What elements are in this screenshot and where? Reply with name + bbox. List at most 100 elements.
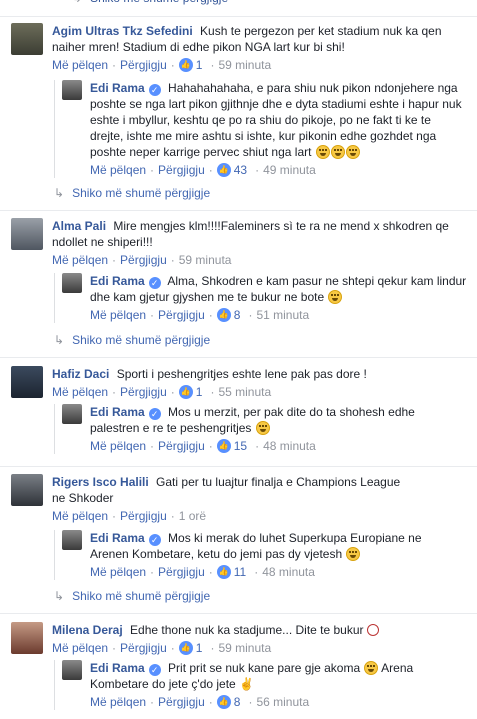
timestamp[interactable]: 48 minuta <box>262 564 315 580</box>
reply: Edi Rama ✓ Prit prit se nuk kane pare gje… <box>54 660 467 710</box>
like-icon: 👍 <box>178 385 193 399</box>
divider <box>0 357 477 358</box>
comment-author[interactable]: Hafiz Daci <box>52 367 109 381</box>
timestamp[interactable]: 49 minuta <box>263 162 316 178</box>
avatar[interactable] <box>11 23 43 55</box>
reply-button[interactable]: Përgjigju <box>158 162 205 178</box>
reply-author[interactable]: Edi Rama <box>90 81 145 95</box>
like-count[interactable]: 11 <box>234 564 246 580</box>
reply-text-block: Edi Rama ✓ Prit prit se nuk kane pare gje… <box>90 660 437 692</box>
reply-button[interactable]: Përgjigju <box>158 694 205 710</box>
like-button[interactable]: Më pëlqen <box>90 694 146 710</box>
verified-badge-icon: ✓ <box>148 408 161 420</box>
like-button[interactable]: Më pëlqen <box>90 438 146 454</box>
comment-actions: Më pëlqen · Përgjigju · 👍 1 · 59 minuta <box>52 640 272 656</box>
comment-author[interactable]: Rigers Isco Halili <box>52 475 149 489</box>
more-replies-link-cut[interactable]: ↳ Shiko më shumë përgjigje <box>72 0 228 5</box>
timestamp[interactable]: 55 minuta <box>218 384 271 400</box>
like-count[interactable]: 8 <box>234 307 241 323</box>
verified-badge-icon: ✓ <box>148 84 161 96</box>
like-button[interactable]: Më pëlqen <box>90 162 146 178</box>
reply-button[interactable]: Përgjigju <box>120 508 167 524</box>
like-count[interactable]: 43 <box>234 162 247 178</box>
reply-author[interactable]: Edi Rama <box>90 405 145 419</box>
reply-actions: Më pëlqen · Përgjigju · 👍 8 · 56 minuta <box>90 694 310 710</box>
divider <box>0 210 477 211</box>
laughing-emoji-icon <box>364 661 379 675</box>
comment-actions: Më pëlqen · Përgjigju · 👍 1 · 59 minuta <box>52 57 272 73</box>
avatar[interactable] <box>11 622 43 654</box>
reply: Edi Rama ✓ Mos u merzit, per pak dite do … <box>54 404 467 454</box>
reply-text-block: Edi Rama ✓ Alma, Shkodren e kam pasur ne … <box>90 273 467 305</box>
laughing-emoji-icon <box>330 145 345 159</box>
reply-button[interactable]: Përgjigju <box>120 252 167 268</box>
avatar[interactable] <box>11 366 43 398</box>
comment-thread: Rigers Isco Halili Gati per tu luajtur f… <box>11 474 466 524</box>
comment-text-block: Hafiz Daci Sporti i peshengritjes eshte … <box>52 366 466 382</box>
like-button[interactable]: Më pëlqen <box>52 384 108 400</box>
reply-button[interactable]: Përgjigju <box>120 57 167 73</box>
like-button[interactable]: Më pëlqen <box>90 307 146 323</box>
victory-hand-emoji-icon: ✌ <box>239 677 255 691</box>
comment-thread: Agim Ultras Tkz Sefedini Kush te pergezo… <box>11 23 466 73</box>
reply-arrow-icon: ↳ <box>72 0 82 5</box>
avatar[interactable] <box>62 404 82 424</box>
reply-button[interactable]: Përgjigju <box>120 640 167 656</box>
like-icon: 👍 <box>178 641 193 655</box>
avatar[interactable] <box>11 218 43 250</box>
avatar[interactable] <box>11 474 43 506</box>
reply-button[interactable]: Përgjigju <box>120 384 167 400</box>
comment-thread: Milena Deraj Edhe thone nuk ka stadjume.… <box>11 622 466 656</box>
like-count[interactable]: 1 <box>196 640 203 656</box>
timestamp[interactable]: 48 minuta <box>263 438 316 454</box>
laughing-emoji-icon <box>346 547 361 561</box>
comment-author[interactable]: Milena Deraj <box>52 623 123 637</box>
reply-actions: Më pëlqen · Përgjigju · 👍 15 · 48 minuta <box>90 438 316 454</box>
verified-badge-icon: ✓ <box>148 664 161 676</box>
like-icon: 👍 <box>216 439 231 453</box>
laughing-emoji-icon <box>315 145 330 159</box>
like-count[interactable]: 1 <box>196 57 203 73</box>
avatar[interactable] <box>62 660 82 680</box>
reply-author[interactable]: Edi Rama <box>90 274 145 288</box>
like-button[interactable]: Më pëlqen <box>90 564 146 580</box>
reply: Edi Rama ✓ Alma, Shkodren e kam pasur ne … <box>54 273 467 323</box>
reply-arrow-icon: ↳ <box>54 589 65 603</box>
divider <box>0 16 477 17</box>
timestamp[interactable]: 56 minuta <box>256 694 309 710</box>
avatar[interactable] <box>62 80 82 100</box>
timestamp[interactable]: 59 minuta <box>179 252 232 268</box>
like-button[interactable]: Më pëlqen <box>52 508 108 524</box>
comment-author[interactable]: Alma Pali <box>52 219 106 233</box>
like-button[interactable]: Më pëlqen <box>52 57 108 73</box>
like-button[interactable]: Më pëlqen <box>52 640 108 656</box>
like-count[interactable]: 8 <box>234 694 241 710</box>
verified-badge-icon: ✓ <box>148 534 161 546</box>
reply-button[interactable]: Përgjigju <box>158 438 205 454</box>
reply-text: Alma, Shkodren e kam pasur ne shtepi qek… <box>90 274 467 304</box>
timestamp[interactable]: 1 orë <box>179 508 206 524</box>
like-icon: 👍 <box>216 163 231 177</box>
avatar[interactable] <box>62 530 82 550</box>
reply-button[interactable]: Përgjigju <box>158 307 205 323</box>
baseball-emoji-icon <box>366 624 379 636</box>
like-icon: 👍 <box>216 565 231 579</box>
comment: Rigers Isco Halili Gati per tu luajtur f… <box>11 474 466 524</box>
comment-actions: Më pëlqen · Përgjigju · 👍 1 · 55 minuta <box>52 384 272 400</box>
laughing-emoji-icon <box>328 290 343 304</box>
like-count[interactable]: 1 <box>196 384 203 400</box>
more-replies-link[interactable]: ↳ Shiko më shumë përgjigje <box>54 186 210 200</box>
more-replies-link[interactable]: ↳ Shiko më shumë përgjigje <box>54 589 210 603</box>
avatar[interactable] <box>62 273 82 293</box>
more-replies-link[interactable]: ↳ Shiko më shumë përgjigje <box>54 333 210 347</box>
timestamp[interactable]: 59 minuta <box>218 640 271 656</box>
timestamp[interactable]: 51 minuta <box>256 307 309 323</box>
like-icon: 👍 <box>216 695 231 709</box>
comment-author[interactable]: Agim Ultras Tkz Sefedini <box>52 24 193 38</box>
reply-button[interactable]: Përgjigju <box>158 564 205 580</box>
like-button[interactable]: Më pëlqen <box>52 252 108 268</box>
timestamp[interactable]: 59 minuta <box>218 57 271 73</box>
reply-author[interactable]: Edi Rama <box>90 661 145 675</box>
like-count[interactable]: 15 <box>234 438 247 454</box>
reply-author[interactable]: Edi Rama <box>90 531 145 545</box>
